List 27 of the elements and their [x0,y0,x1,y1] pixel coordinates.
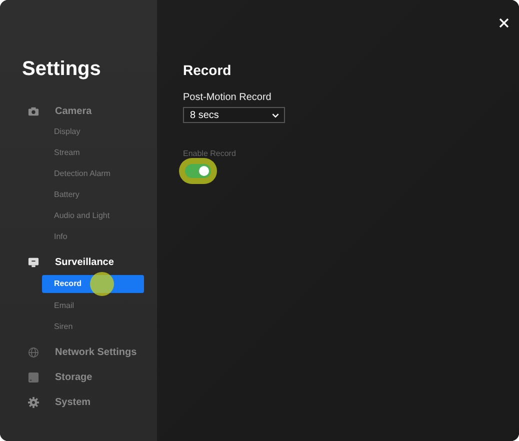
section-heading: Record [183,62,232,78]
toggle-switch[interactable] [185,164,211,178]
settings-icon [28,397,39,408]
nav-item[interactable]: Surveillance [55,257,114,268]
nav-subitem[interactable]: Info [42,229,144,245]
dropdown[interactable]: 8 secs [183,107,285,123]
globe-icon [28,347,39,358]
sidebar-title: Settings [22,58,102,81]
monitor-icon [28,257,39,268]
field-label: Post-Motion Record [183,92,272,103]
nav-item[interactable]: System [55,397,91,408]
nav-subitem[interactable]: Siren [42,319,144,335]
nav-item[interactable]: Storage [55,372,92,383]
nav-item[interactable]: Network Settings [55,347,137,358]
close-icon[interactable] [499,18,509,28]
nav-subitem[interactable]: Detection Alarm [42,166,144,182]
nav-item[interactable]: Camera [55,106,92,117]
nav-subitem[interactable]: Stream [42,145,144,161]
camera-icon [28,106,39,117]
field-label: Enable Record [183,149,237,158]
drive-icon [28,372,39,383]
chevron-icon [272,112,279,118]
nav-subitem[interactable]: Display [42,124,144,140]
cursor-highlight [90,272,114,296]
nav-subitem[interactable]: Email [42,298,144,314]
nav-subitem[interactable]: Audio and Light [42,208,144,224]
nav-subitem[interactable]: Battery [42,187,144,203]
